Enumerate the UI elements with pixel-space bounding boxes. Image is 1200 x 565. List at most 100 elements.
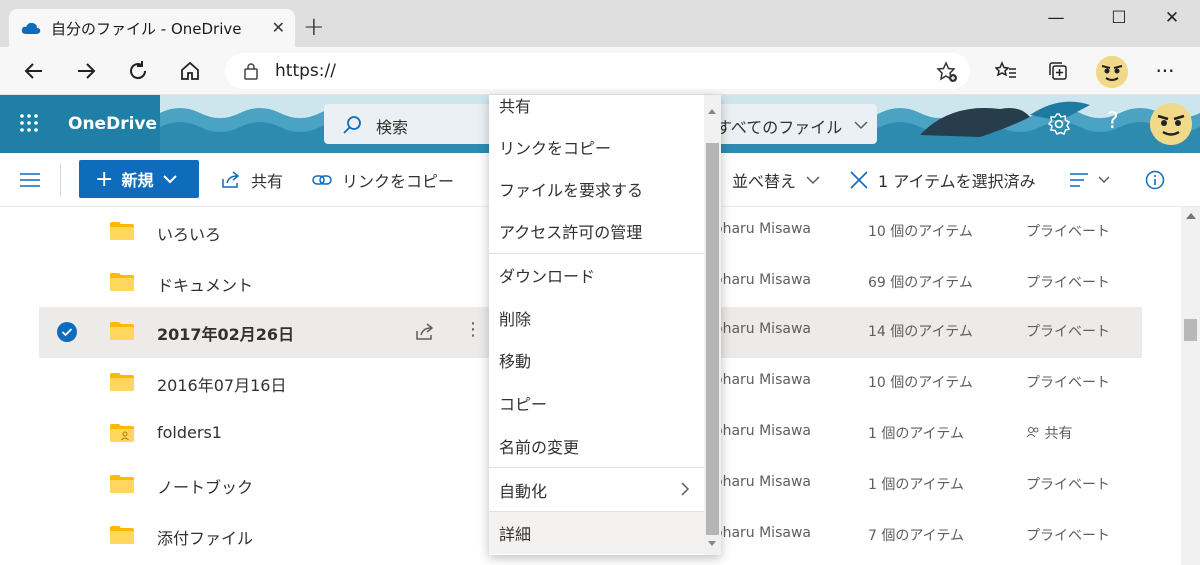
- file-name[interactable]: いろいろ: [157, 221, 221, 245]
- home-icon[interactable]: [175, 56, 205, 86]
- menu-item-manage-access[interactable]: アクセス許可の管理: [489, 210, 704, 252]
- divider: [60, 163, 61, 197]
- search-placeholder: 検索: [376, 118, 409, 137]
- folder-icon: [110, 526, 134, 544]
- account-avatar[interactable]: [1150, 103, 1192, 145]
- file-name[interactable]: 2017年02月26日: [157, 321, 294, 345]
- file-name[interactable]: 添付ファイル: [157, 525, 253, 549]
- share-icon[interactable]: [415, 323, 435, 341]
- maximize-icon[interactable]: ☐: [1099, 8, 1139, 30]
- search-scope[interactable]: すべてのファイル: [716, 114, 842, 138]
- copy-link-command[interactable]: リンクをコピー: [312, 153, 454, 207]
- add-favorite-icon[interactable]: [936, 61, 958, 83]
- chevron-down-icon[interactable]: [854, 121, 868, 130]
- collections-icon[interactable]: [1043, 56, 1073, 86]
- settings-gear-icon[interactable]: [1047, 112, 1071, 136]
- view-list-icon: [1070, 173, 1088, 187]
- folder-icon: [110, 322, 134, 340]
- more-options-icon[interactable]: ···: [1150, 56, 1180, 86]
- folder-icon: [110, 373, 134, 391]
- clear-selection-command[interactable]: 1 アイテムを選択済み: [850, 153, 1036, 207]
- file-count: 1 個のアイテム: [868, 477, 964, 493]
- context-menu: 共有 リンクをコピー ファイルを要求する アクセス許可の管理 ダウンロード 削除…: [489, 95, 721, 555]
- menu-item-request-files[interactable]: ファイルを要求する: [489, 168, 704, 210]
- chevron-right-icon: [681, 482, 690, 496]
- menu-item-automate[interactable]: 自動化: [489, 469, 704, 511]
- view-options-command[interactable]: [1070, 153, 1110, 207]
- sort-command[interactable]: 並べ替え: [732, 153, 820, 207]
- file-name[interactable]: 2016年07月16日: [157, 372, 286, 396]
- help-icon[interactable]: ?: [1107, 109, 1119, 134]
- browser-tabstrip: 自分のファイル - OneDrive ✕ + — ☐ ✕: [0, 0, 1200, 47]
- file-sharing: プライベート: [1026, 477, 1110, 493]
- onedrive-brand[interactable]: OneDrive: [68, 114, 157, 134]
- file-name[interactable]: folders1: [157, 423, 222, 442]
- scroll-up-arrow-icon[interactable]: [708, 109, 716, 114]
- file-sharing: プライベート: [1026, 224, 1110, 240]
- file-owner: oharu Misawa: [714, 423, 811, 439]
- selection-count: 1 アイテムを選択済み: [878, 172, 1036, 191]
- scroll-down-arrow-icon[interactable]: [708, 541, 716, 546]
- address-text[interactable]: https://: [275, 61, 336, 81]
- menu-item-copy[interactable]: コピー: [489, 382, 704, 424]
- file-sharing: プライベート: [1026, 528, 1110, 544]
- scroll-up-arrow-icon[interactable]: [1186, 213, 1196, 219]
- file-owner: oharu Misawa: [714, 272, 811, 288]
- menu-item-move[interactable]: 移動: [489, 339, 704, 381]
- menu-item-download[interactable]: ダウンロード: [489, 254, 704, 296]
- refresh-icon[interactable]: [123, 56, 153, 86]
- copy-link-label: リンクをコピー: [342, 172, 455, 191]
- menu-scroll-thumb[interactable]: [706, 143, 719, 535]
- address-bar[interactable]: https://: [225, 53, 970, 89]
- page-scrollbar[interactable]: [1181, 207, 1200, 565]
- close-window-icon[interactable]: ✕: [1152, 8, 1192, 30]
- file-owner: oharu Misawa: [714, 525, 811, 541]
- file-sharing: プライベート: [1026, 324, 1110, 340]
- chevron-down-icon: [1098, 176, 1110, 184]
- back-icon[interactable]: [19, 56, 49, 86]
- menu-scrollbar[interactable]: [704, 95, 721, 555]
- info-icon[interactable]: [1145, 170, 1165, 190]
- app-launcher-icon[interactable]: [19, 113, 39, 133]
- close-tab-icon[interactable]: ✕: [272, 18, 285, 37]
- close-icon: [850, 171, 868, 189]
- menu-item-delete[interactable]: 削除: [489, 297, 704, 339]
- forward-icon[interactable]: [71, 56, 101, 86]
- file-count: 10 個のアイテム: [868, 375, 973, 391]
- nav-toggle-icon[interactable]: [20, 172, 40, 188]
- selected-checkmark-icon[interactable]: [57, 322, 77, 342]
- search-icon: [343, 116, 361, 134]
- file-count: 1 個のアイテム: [868, 426, 964, 442]
- menu-item-rename[interactable]: 名前の変更: [489, 425, 704, 467]
- share-command[interactable]: 共有: [221, 153, 283, 207]
- file-owner: oharu Misawa: [714, 474, 811, 490]
- chevron-down-icon: [806, 175, 820, 184]
- menu-item-share[interactable]: 共有: [489, 95, 704, 126]
- file-count: 7 個のアイテム: [868, 528, 964, 544]
- new-button[interactable]: + 新規: [79, 160, 199, 198]
- browser-tab[interactable]: 自分のファイル - OneDrive ✕: [9, 9, 295, 47]
- sharing-label: 共有: [1044, 426, 1073, 442]
- file-count: 10 個のアイテム: [868, 224, 973, 240]
- file-sharing: プライベート: [1026, 275, 1110, 291]
- people-icon: [1026, 427, 1039, 438]
- file-count: 69 個のアイテム: [868, 275, 973, 291]
- file-count: 14 個のアイテム: [868, 324, 973, 340]
- lock-icon[interactable]: [243, 62, 259, 80]
- menu-item-details[interactable]: 詳細: [489, 512, 704, 554]
- menu-item-copy-link[interactable]: リンクをコピー: [489, 126, 704, 168]
- file-name[interactable]: ノートブック: [157, 474, 253, 498]
- folder-icon: [110, 475, 134, 493]
- profile-avatar[interactable]: [1096, 56, 1128, 88]
- plus-icon: +: [95, 166, 114, 192]
- tab-title: 自分のファイル - OneDrive: [51, 19, 242, 38]
- share-label: 共有: [251, 172, 284, 191]
- scroll-thumb[interactable]: [1184, 319, 1197, 341]
- file-name[interactable]: ドキュメント: [157, 272, 253, 296]
- favorites-icon[interactable]: [991, 56, 1021, 86]
- minimize-icon[interactable]: —: [1036, 8, 1076, 30]
- file-owner: oharu Misawa: [714, 321, 811, 337]
- chevron-down-icon: [163, 174, 178, 183]
- more-actions-icon[interactable]: ⋮: [464, 319, 482, 340]
- new-tab-button[interactable]: +: [303, 14, 325, 40]
